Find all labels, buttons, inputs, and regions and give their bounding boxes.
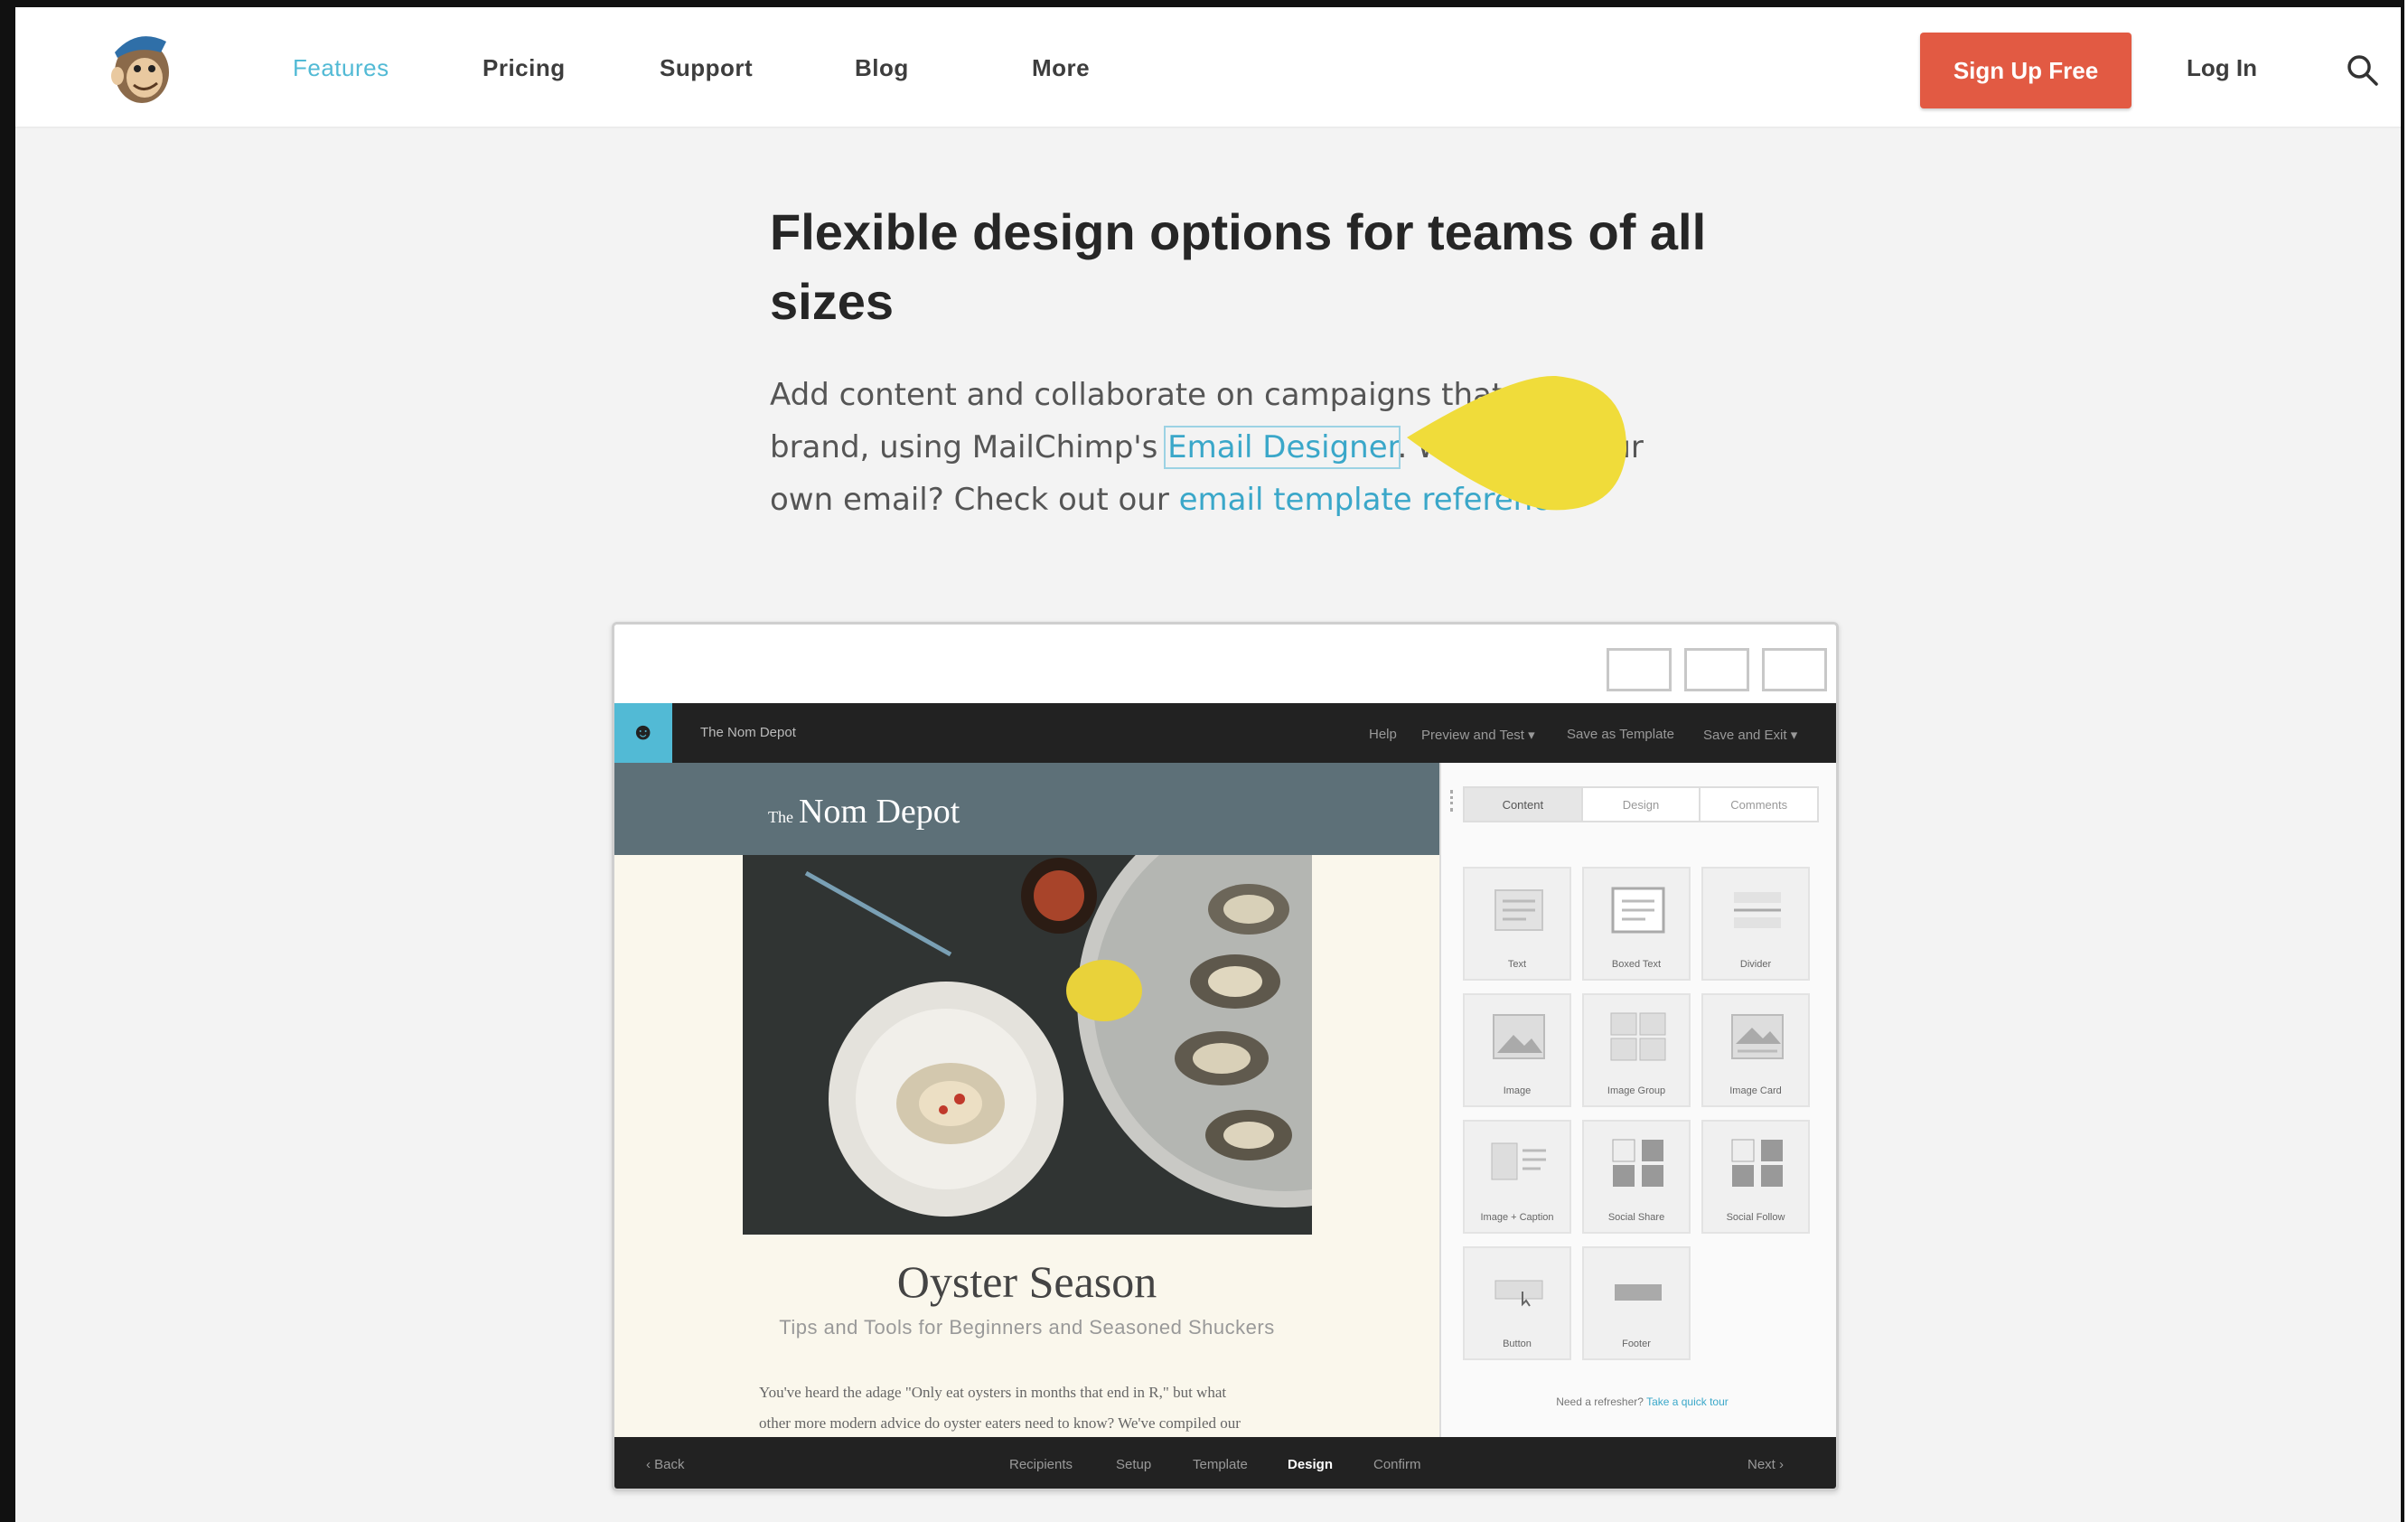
save-as-template-button[interactable]: Save as Template [1567, 727, 1674, 742]
block-footer[interactable]: Footer [1582, 1246, 1691, 1360]
block-social-share[interactable]: Social Share [1582, 1120, 1691, 1234]
preview-and-test-menu[interactable]: Preview and Test ▾ [1421, 727, 1535, 743]
next-button[interactable]: Next › [1747, 1457, 1784, 1472]
step-template[interactable]: Template [1193, 1457, 1248, 1472]
divider-icon [1734, 892, 1781, 928]
block-image-group[interactable]: Image Group [1582, 993, 1691, 1107]
social-share-icon [1612, 1139, 1663, 1187]
oyster-photo[interactable] [743, 855, 1312, 1235]
top-navigation: Features Pricing Support Blog More Sign … [15, 7, 2401, 128]
sign-up-free-button[interactable]: Sign Up Free [1920, 33, 2132, 108]
help-menu[interactable]: Help [1369, 727, 1397, 742]
quick-tour-link[interactable]: Take a quick tour [1646, 1395, 1729, 1408]
drag-handle-icon[interactable] [1450, 790, 1458, 812]
block-social-follow[interactable]: Social Follow [1701, 1120, 1810, 1234]
image-card-icon [1731, 1014, 1784, 1059]
editor-topbar: ☻ The Nom Depot Help Preview and Test ▾ … [614, 703, 1836, 763]
email-designer-screenshot: ☻ The Nom Depot Help Preview and Test ▾ … [612, 622, 1839, 1491]
image-group-icon [1610, 1012, 1666, 1061]
nav-more[interactable]: More [1032, 54, 1090, 82]
block-image[interactable]: Image [1463, 993, 1571, 1107]
panel-tabs: Content Design Comments [1463, 786, 1819, 822]
image-icon [1493, 1014, 1545, 1059]
nav-blog[interactable]: Blog [855, 54, 909, 82]
preview-toolbar [614, 625, 1836, 703]
block-image-caption[interactable]: Image + Caption [1463, 1120, 1571, 1234]
editor-step-bar: ‹ Back Recipients Setup Template Design … [614, 1437, 1836, 1489]
step-confirm[interactable]: Confirm [1373, 1457, 1421, 1472]
view-mode-box[interactable] [1684, 648, 1749, 691]
step-setup[interactable]: Setup [1116, 1457, 1151, 1472]
freddie-logo-icon[interactable] [101, 25, 183, 107]
step-design[interactable]: Design [1288, 1457, 1333, 1472]
button-block-icon [1494, 1280, 1543, 1307]
block-image-card[interactable]: Image Card [1701, 993, 1810, 1107]
email-brand: The Nom Depot [768, 793, 960, 831]
nav-features[interactable]: Features [293, 54, 389, 82]
social-follow-icon [1731, 1139, 1783, 1187]
page-heading: Flexible design options for teams of all… [770, 203, 1707, 330]
block-divider[interactable]: Divider [1701, 867, 1810, 981]
email-designer-link[interactable]: Email Designer [1164, 426, 1401, 469]
intro-text-5: own email? Check out our [770, 482, 1169, 518]
image-caption-icon [1491, 1142, 1546, 1180]
text-block-icon [1494, 889, 1543, 931]
tab-content[interactable]: Content [1465, 788, 1583, 821]
tour-help-text: Need a refresher? Take a quick tour [1556, 1395, 1729, 1408]
email-title: Oyster Season [896, 1256, 1157, 1307]
search-icon[interactable] [2345, 52, 2381, 89]
save-and-exit-menu[interactable]: Save and Exit ▾ [1703, 727, 1797, 743]
tab-comments[interactable]: Comments [1701, 788, 1817, 821]
footer-block-icon [1615, 1284, 1662, 1301]
nav-pricing[interactable]: Pricing [483, 54, 566, 82]
step-recipients[interactable]: Recipients [1009, 1457, 1073, 1472]
back-button[interactable]: ‹ Back [646, 1457, 685, 1472]
content-blocks-panel: Content Design Comments Text Boxed Text … [1439, 763, 1836, 1437]
view-mode-box[interactable] [1607, 648, 1672, 691]
log-in-link[interactable]: Log In [2187, 54, 2257, 82]
mailchimp-home-icon[interactable]: ☻ [614, 703, 672, 763]
block-boxed-text[interactable]: Boxed Text [1582, 867, 1691, 981]
intro-text-1: Add content and collaborate on campaigns… [770, 377, 1504, 413]
email-preview: The Nom Depot Oyster Season Tips and Too… [614, 763, 1439, 1437]
intro-text-2: brand, using MailChimp's [770, 429, 1158, 465]
nav-support[interactable]: Support [660, 54, 753, 82]
email-body: You've heard the adage "Only eat oysters… [759, 1384, 1241, 1432]
campaign-title: The Nom Depot [700, 725, 796, 740]
tab-design[interactable]: Design [1583, 788, 1701, 821]
block-text[interactable]: Text [1463, 867, 1571, 981]
view-mode-box[interactable] [1762, 648, 1827, 691]
page-frame: Features Pricing Support Blog More Sign … [0, 0, 2404, 1522]
email-header: The Nom Depot [614, 763, 1439, 855]
cursor-highlight-icon [1407, 375, 1627, 511]
boxed-text-icon [1611, 887, 1665, 934]
block-button[interactable]: Button [1463, 1246, 1571, 1360]
email-subtitle: Tips and Tools for Beginners and Seasone… [779, 1316, 1275, 1339]
